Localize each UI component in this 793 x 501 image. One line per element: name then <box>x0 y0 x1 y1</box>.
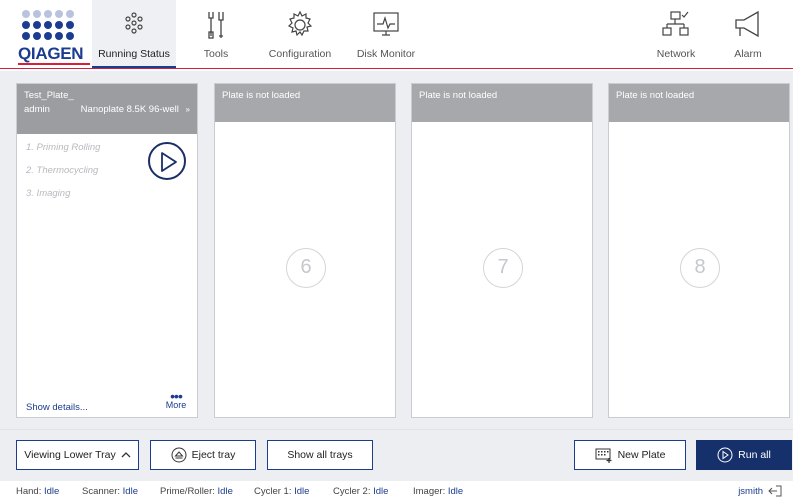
new-plate-icon <box>595 448 612 463</box>
status-imager: Imager: Idle <box>413 486 463 497</box>
status-hand: Hand: Idle <box>16 486 59 497</box>
brand-name: QIAGEN <box>18 44 84 63</box>
network-icon <box>662 11 689 36</box>
nav-alarm[interactable]: Alarm <box>718 0 778 68</box>
status-value: Idle <box>447 486 464 497</box>
plate-header: Plate is not loaded <box>215 84 395 122</box>
more-dots-icon: ••• <box>170 388 183 404</box>
plate-panel[interactable]: Test_Plate_ admin Nanoplate 8.5K 96-well… <box>16 83 198 418</box>
status-bar: Hand: Idle Scanner: Idle Prime/Roller: I… <box>0 481 793 501</box>
show-details-link[interactable]: Show details... <box>26 402 88 413</box>
status-cycler-1: Cycler 1: Idle <box>254 486 309 497</box>
plates-area: Test_Plate_ admin Nanoplate 8.5K 96-well… <box>0 71 793 429</box>
qiagen-logo: QIAGEN <box>18 8 90 66</box>
status-label: Prime/Roller: <box>160 486 215 497</box>
nav-tools[interactable]: Tools <box>196 0 236 68</box>
alarm-icon <box>735 10 759 38</box>
plate-header: Test_Plate_ admin Nanoplate 8.5K 96-well… <box>17 84 197 134</box>
status-value: Idle <box>122 486 138 497</box>
current-user[interactable]: jsmith <box>738 486 763 497</box>
status-prime-roller: Prime/Roller: Idle <box>160 486 233 497</box>
run-all-label: Run all <box>738 449 771 461</box>
plate-user: admin <box>24 104 50 115</box>
status-label: Cycler 2: <box>333 486 371 497</box>
plate-status: Plate is not loaded <box>419 90 498 101</box>
nav-network[interactable]: Network <box>646 0 706 68</box>
status-value: Idle <box>373 486 389 497</box>
eject-tray-label: Eject tray <box>191 449 236 461</box>
status-cycler-2: Cycler 2: Idle <box>333 486 388 497</box>
nav-label: Disk Monitor <box>356 48 416 60</box>
eject-icon <box>171 447 187 463</box>
nav-running-status[interactable]: Running Status <box>92 0 176 68</box>
configuration-icon <box>287 10 313 37</box>
logo-dots <box>22 10 74 40</box>
disk-monitor-icon <box>373 12 399 36</box>
plate-status: Plate is not loaded <box>616 90 695 101</box>
plate-header: Plate is not loaded <box>412 84 592 122</box>
run-icon <box>717 447 733 463</box>
status-label: Scanner: <box>82 486 121 497</box>
new-plate-label: New Plate <box>617 449 666 461</box>
play-button[interactable] <box>148 142 186 180</box>
eject-tray-button[interactable]: Eject tray <box>150 440 256 470</box>
nav-configuration[interactable]: Configuration <box>262 0 338 68</box>
plate-type: Nanoplate 8.5K 96-well <box>80 104 179 115</box>
viewing-tray-label: Viewing Lower Tray <box>24 449 116 461</box>
new-plate-button[interactable]: New Plate <box>574 440 686 470</box>
brand-underline <box>18 63 90 65</box>
nav-label: Running Status <box>98 48 170 60</box>
show-all-trays-button[interactable]: Show all trays <box>267 440 373 470</box>
nav-disk-monitor[interactable]: Disk Monitor <box>350 0 422 68</box>
plate-panel[interactable]: Plate is not loaded 8 <box>608 83 790 418</box>
step-item: 3. Imaging <box>26 188 71 199</box>
tools-icon <box>208 12 224 39</box>
nav-label: Configuration <box>268 48 332 60</box>
viewing-tray-dropdown[interactable]: Viewing Lower Tray <box>16 440 139 470</box>
plate-panel[interactable]: Plate is not loaded 7 <box>411 83 593 418</box>
plate-number: 6 <box>286 248 326 288</box>
show-all-trays-label: Show all trays <box>287 449 353 461</box>
status-value: Idle <box>217 486 233 497</box>
status-value: Idle <box>44 486 60 497</box>
logout-icon[interactable] <box>767 484 783 498</box>
plate-panel[interactable]: Plate is not loaded 6 <box>214 83 396 418</box>
more-button[interactable]: ••• More <box>163 388 189 410</box>
nav-label: Alarm <box>734 48 762 60</box>
running-status-icon <box>125 12 143 34</box>
status-label: Cycler 1: <box>254 486 292 497</box>
top-navigation: QIAGEN Running Status Tools Configuratio… <box>0 0 793 71</box>
status-scanner: Scanner: Idle <box>82 486 138 497</box>
plate-title: Test_Plate_ <box>24 90 74 101</box>
plate-type-more: » <box>185 105 190 114</box>
status-label: Imager: <box>413 486 446 497</box>
nav-label: Tools <box>203 48 229 60</box>
plate-number: 8 <box>680 248 720 288</box>
more-label: More <box>165 400 187 410</box>
nav-separator <box>0 68 793 69</box>
plate-number: 7 <box>483 248 523 288</box>
run-all-button[interactable]: Run all <box>696 440 792 470</box>
plate-header: Plate is not loaded <box>609 84 789 122</box>
play-icon <box>161 152 177 172</box>
nav-label: Network <box>656 48 696 60</box>
action-bar: Viewing Lower Tray Eject tray Show all t… <box>0 429 793 481</box>
status-label: Hand: <box>16 486 42 497</box>
status-value: Idle <box>294 486 310 497</box>
plate-status: Plate is not loaded <box>222 90 301 101</box>
chevron-up-icon <box>121 452 131 458</box>
